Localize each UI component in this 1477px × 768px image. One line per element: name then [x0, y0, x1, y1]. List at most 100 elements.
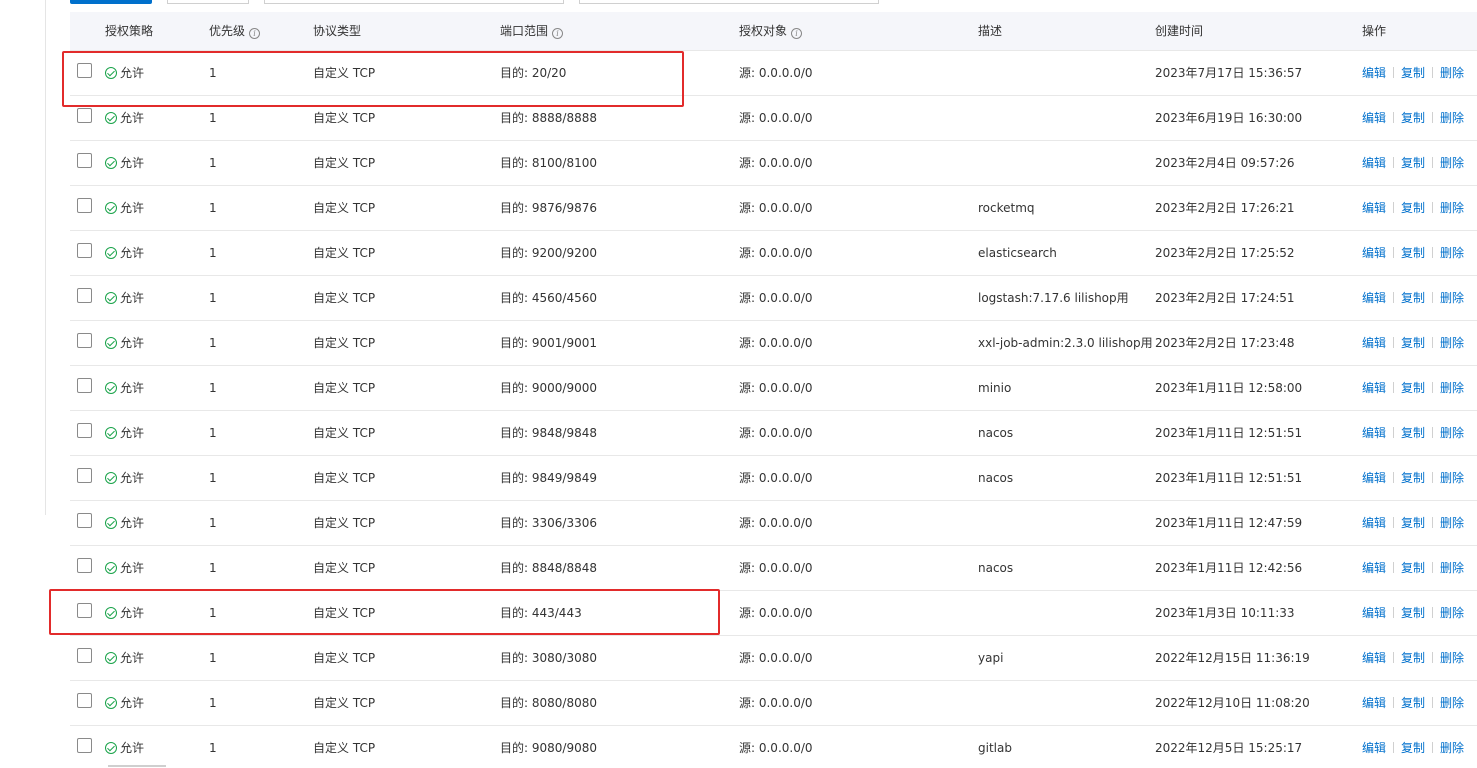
filter-select[interactable] [264, 0, 564, 4]
edit-link[interactable]: 编辑 [1362, 606, 1386, 620]
policy-cell: 允许 [105, 186, 144, 230]
delete-link[interactable]: 删除 [1440, 651, 1464, 665]
divider [1432, 292, 1434, 303]
auth-object-cell: 源: 0.0.0.0/0 [739, 381, 813, 395]
copy-link[interactable]: 复制 [1401, 516, 1425, 530]
copy-link[interactable]: 复制 [1401, 66, 1425, 80]
copy-link[interactable]: 复制 [1401, 246, 1425, 260]
header-protocol: 协议类型 [313, 24, 362, 38]
delete-link[interactable]: 删除 [1440, 156, 1464, 170]
edit-link[interactable]: 编辑 [1362, 741, 1386, 755]
divider [1432, 742, 1434, 753]
edit-link[interactable]: 编辑 [1362, 426, 1386, 440]
edit-link[interactable]: 编辑 [1362, 561, 1386, 575]
row-checkbox[interactable] [77, 513, 92, 528]
delete-link[interactable]: 删除 [1440, 336, 1464, 350]
copy-link[interactable]: 复制 [1401, 426, 1425, 440]
edit-link[interactable]: 编辑 [1362, 66, 1386, 80]
edit-link[interactable]: 编辑 [1362, 111, 1386, 125]
delete-link[interactable]: 删除 [1440, 471, 1464, 485]
edit-link[interactable]: 编辑 [1362, 336, 1386, 350]
created-time-cell: 2023年1月11日 12:58:00 [1155, 381, 1303, 395]
row-checkbox[interactable] [77, 198, 92, 213]
info-icon[interactable]: i [552, 28, 564, 39]
copy-link[interactable]: 复制 [1401, 471, 1425, 485]
copy-link[interactable]: 复制 [1401, 111, 1425, 125]
protocol-cell: 自定义 TCP [313, 201, 376, 215]
policy-label: 允许 [120, 201, 145, 215]
delete-link[interactable]: 删除 [1440, 201, 1464, 215]
copy-link[interactable]: 复制 [1401, 336, 1425, 350]
edit-link[interactable]: 编辑 [1362, 471, 1386, 485]
add-rule-button[interactable] [70, 0, 152, 4]
row-checkbox[interactable] [77, 153, 92, 168]
row-checkbox[interactable] [77, 243, 92, 258]
delete-link[interactable]: 删除 [1440, 381, 1464, 395]
copy-link[interactable]: 复制 [1401, 201, 1425, 215]
search-input[interactable] [579, 0, 879, 4]
delete-link[interactable]: 删除 [1440, 426, 1464, 440]
divider [1393, 742, 1395, 753]
edit-link[interactable]: 编辑 [1362, 696, 1386, 710]
edit-link[interactable]: 编辑 [1362, 201, 1386, 215]
info-icon[interactable]: i [249, 28, 261, 39]
row-checkbox[interactable] [77, 423, 92, 438]
table-row: 允许 1 自定义 TCP 目的: 9000/9000 源: 0.0.0.0/0 minio… [70, 366, 1477, 411]
delete-link[interactable]: 删除 [1440, 516, 1464, 530]
port-range-cell: 目的: 9200/9200 [500, 246, 597, 260]
auth-object-cell: 源: 0.0.0.0/0 [739, 156, 813, 170]
delete-link[interactable]: 删除 [1440, 291, 1464, 305]
row-checkbox[interactable] [77, 738, 92, 753]
row-checkbox[interactable] [77, 693, 92, 708]
auth-object-cell: 源: 0.0.0.0/0 [739, 66, 813, 80]
policy-label: 允许 [120, 291, 145, 305]
row-checkbox[interactable] [77, 333, 92, 348]
row-checkbox[interactable] [77, 378, 92, 393]
copy-link[interactable]: 复制 [1401, 561, 1425, 575]
check-circle-icon [105, 517, 117, 529]
edit-link[interactable]: 编辑 [1362, 291, 1386, 305]
copy-link[interactable]: 复制 [1401, 156, 1425, 170]
delete-link[interactable]: 删除 [1440, 246, 1464, 260]
row-checkbox[interactable] [77, 468, 92, 483]
delete-link[interactable]: 删除 [1440, 741, 1464, 755]
actions-cell: 编辑 复制 删除 [1362, 456, 1464, 500]
row-checkbox[interactable] [77, 288, 92, 303]
edit-link[interactable]: 编辑 [1362, 246, 1386, 260]
edit-link[interactable]: 编辑 [1362, 381, 1386, 395]
row-checkbox[interactable] [77, 648, 92, 663]
row-checkbox[interactable] [77, 558, 92, 573]
row-checkbox[interactable] [77, 63, 92, 78]
copy-link[interactable]: 复制 [1401, 741, 1425, 755]
check-circle-icon [105, 472, 117, 484]
port-range-cell: 目的: 3306/3306 [500, 516, 597, 530]
divider [1393, 112, 1395, 123]
copy-link[interactable]: 复制 [1401, 696, 1425, 710]
protocol-cell: 自定义 TCP [313, 741, 376, 755]
toolbar-button[interactable] [167, 0, 249, 4]
edit-link[interactable]: 编辑 [1362, 516, 1386, 530]
delete-link[interactable]: 删除 [1440, 696, 1464, 710]
table-row: 允许 1 自定义 TCP 目的: 4560/4560 源: 0.0.0.0/0 logst… [70, 276, 1477, 321]
copy-link[interactable]: 复制 [1401, 381, 1425, 395]
copy-link[interactable]: 复制 [1401, 651, 1425, 665]
port-range-cell: 目的: 9000/9000 [500, 381, 597, 395]
policy-cell: 允许 [105, 456, 144, 500]
actions-cell: 编辑 复制 删除 [1362, 681, 1464, 725]
delete-link[interactable]: 删除 [1440, 561, 1464, 575]
info-icon[interactable]: i [791, 28, 803, 39]
copy-link[interactable]: 复制 [1401, 606, 1425, 620]
delete-link[interactable]: 删除 [1440, 111, 1464, 125]
table-row: 允许 1 自定义 TCP 目的: 3306/3306 源: 0.0.0.0/0 2023年… [70, 501, 1477, 546]
row-checkbox[interactable] [77, 108, 92, 123]
delete-link[interactable]: 删除 [1440, 66, 1464, 80]
protocol-cell: 自定义 TCP [313, 516, 376, 530]
delete-link[interactable]: 删除 [1440, 606, 1464, 620]
row-checkbox[interactable] [77, 603, 92, 618]
divider [1393, 157, 1395, 168]
copy-link[interactable]: 复制 [1401, 291, 1425, 305]
port-range-cell: 目的: 8100/8100 [500, 156, 597, 170]
edit-link[interactable]: 编辑 [1362, 651, 1386, 665]
policy-cell: 允许 [105, 411, 144, 455]
edit-link[interactable]: 编辑 [1362, 156, 1386, 170]
